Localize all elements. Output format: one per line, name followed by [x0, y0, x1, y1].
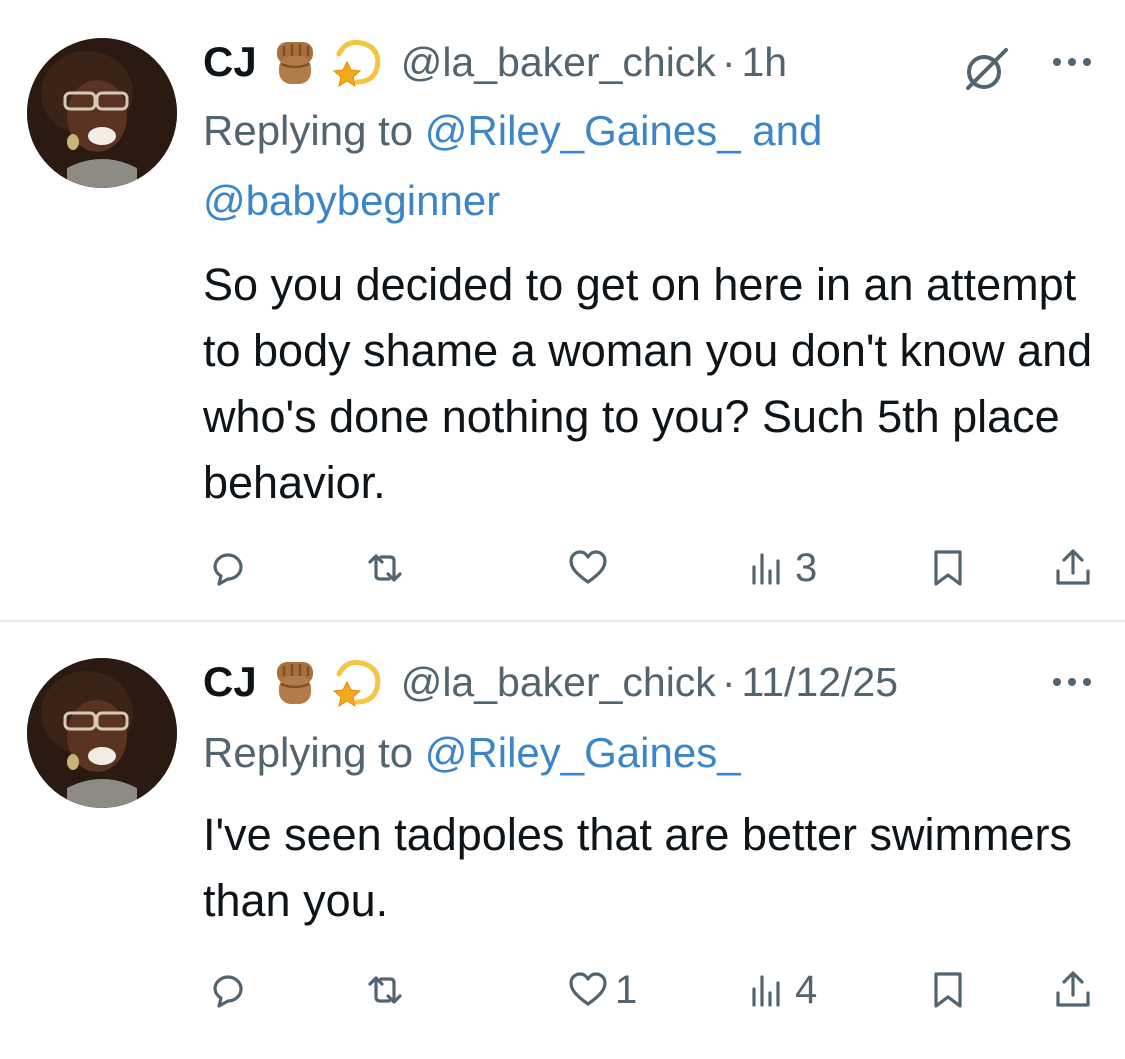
share-icon — [1056, 971, 1090, 1007]
avatar[interactable] — [27, 38, 177, 188]
dizzy-emoji-icon — [331, 34, 387, 90]
more-options-icon[interactable] — [1050, 54, 1094, 70]
tweet-actions: 1 4 — [0, 965, 1125, 1015]
replying-to-label: Replying to — [203, 107, 425, 154]
separator-dot: · — [721, 38, 736, 85]
more-options-icon[interactable] — [1050, 674, 1094, 690]
raised-fist-emoji-icon — [267, 34, 323, 90]
retweet-icon — [368, 976, 402, 1004]
reply-button[interactable] — [205, 965, 255, 1015]
reply-icon — [213, 975, 243, 1008]
dizzy-emoji-icon — [331, 654, 387, 710]
views-button[interactable]: 4 — [745, 965, 817, 1015]
tweet-2[interactable]: CJ @la_baker_chick · 11/12/25 Replying t… — [0, 622, 1125, 1059]
mention-link[interactable]: @Riley_Gaines_ — [425, 729, 741, 776]
tweet-text: So you decided to get on here in an atte… — [203, 259, 1093, 508]
share-icon — [1056, 549, 1090, 585]
tweet-actions: 3 — [0, 543, 1125, 593]
replying-to: Replying to @Riley_Gaines_ and @babybegi… — [203, 96, 822, 236]
mention-link[interactable]: @Riley_Gaines_ — [425, 107, 741, 154]
bookmark-button[interactable] — [925, 543, 971, 593]
heart-icon — [569, 550, 607, 584]
mention-and[interactable]: and — [741, 107, 822, 154]
display-name[interactable]: CJ — [203, 658, 257, 706]
views-icon — [752, 553, 780, 585]
views-count: 4 — [795, 967, 818, 1012]
avatar-image — [27, 658, 177, 808]
reply-button[interactable] — [205, 543, 255, 593]
user-handle[interactable]: @la_baker_chick — [401, 659, 716, 706]
tweet-text: I've seen tadpoles that are better swimm… — [203, 809, 1072, 926]
share-button[interactable] — [1050, 543, 1096, 593]
avatar[interactable] — [27, 658, 177, 808]
retweet-button[interactable] — [362, 543, 412, 593]
timestamp[interactable]: 1h — [741, 39, 787, 86]
views-button[interactable]: 3 — [745, 543, 817, 593]
avatar-image — [27, 38, 177, 188]
mention-link[interactable]: @babybeginner — [203, 177, 500, 224]
like-button[interactable] — [565, 543, 615, 593]
user-handle[interactable]: @la_baker_chick — [401, 39, 716, 86]
heart-icon — [569, 972, 607, 1006]
separator-dot: · — [721, 658, 736, 705]
display-name[interactable]: CJ — [203, 38, 257, 86]
tweet-header: CJ @la_baker_chick · 11/12/25 — [203, 652, 898, 712]
share-button[interactable] — [1050, 965, 1096, 1015]
views-count: 3 — [795, 545, 818, 590]
retweet-icon — [368, 554, 402, 582]
replying-to-label: Replying to — [203, 729, 425, 776]
reply-icon — [213, 553, 243, 586]
replying-to: Replying to @Riley_Gaines_ — [203, 718, 741, 788]
retweet-button[interactable] — [362, 965, 412, 1015]
timestamp[interactable]: 11/12/25 — [741, 659, 898, 706]
views-icon — [752, 975, 780, 1007]
like-count: 1 — [615, 967, 638, 1012]
grok-icon[interactable] — [960, 44, 1012, 96]
like-button[interactable]: 1 — [565, 965, 637, 1015]
tweet-header: CJ @la_baker_chick · 1h — [203, 32, 787, 92]
raised-fist-emoji-icon — [267, 654, 323, 710]
bookmark-button[interactable] — [925, 965, 971, 1015]
bookmark-icon — [934, 972, 962, 1008]
tweet-1[interactable]: CJ @la_baker_chick · 1h Replying to @Ril… — [0, 0, 1125, 622]
bookmark-icon — [934, 550, 962, 586]
